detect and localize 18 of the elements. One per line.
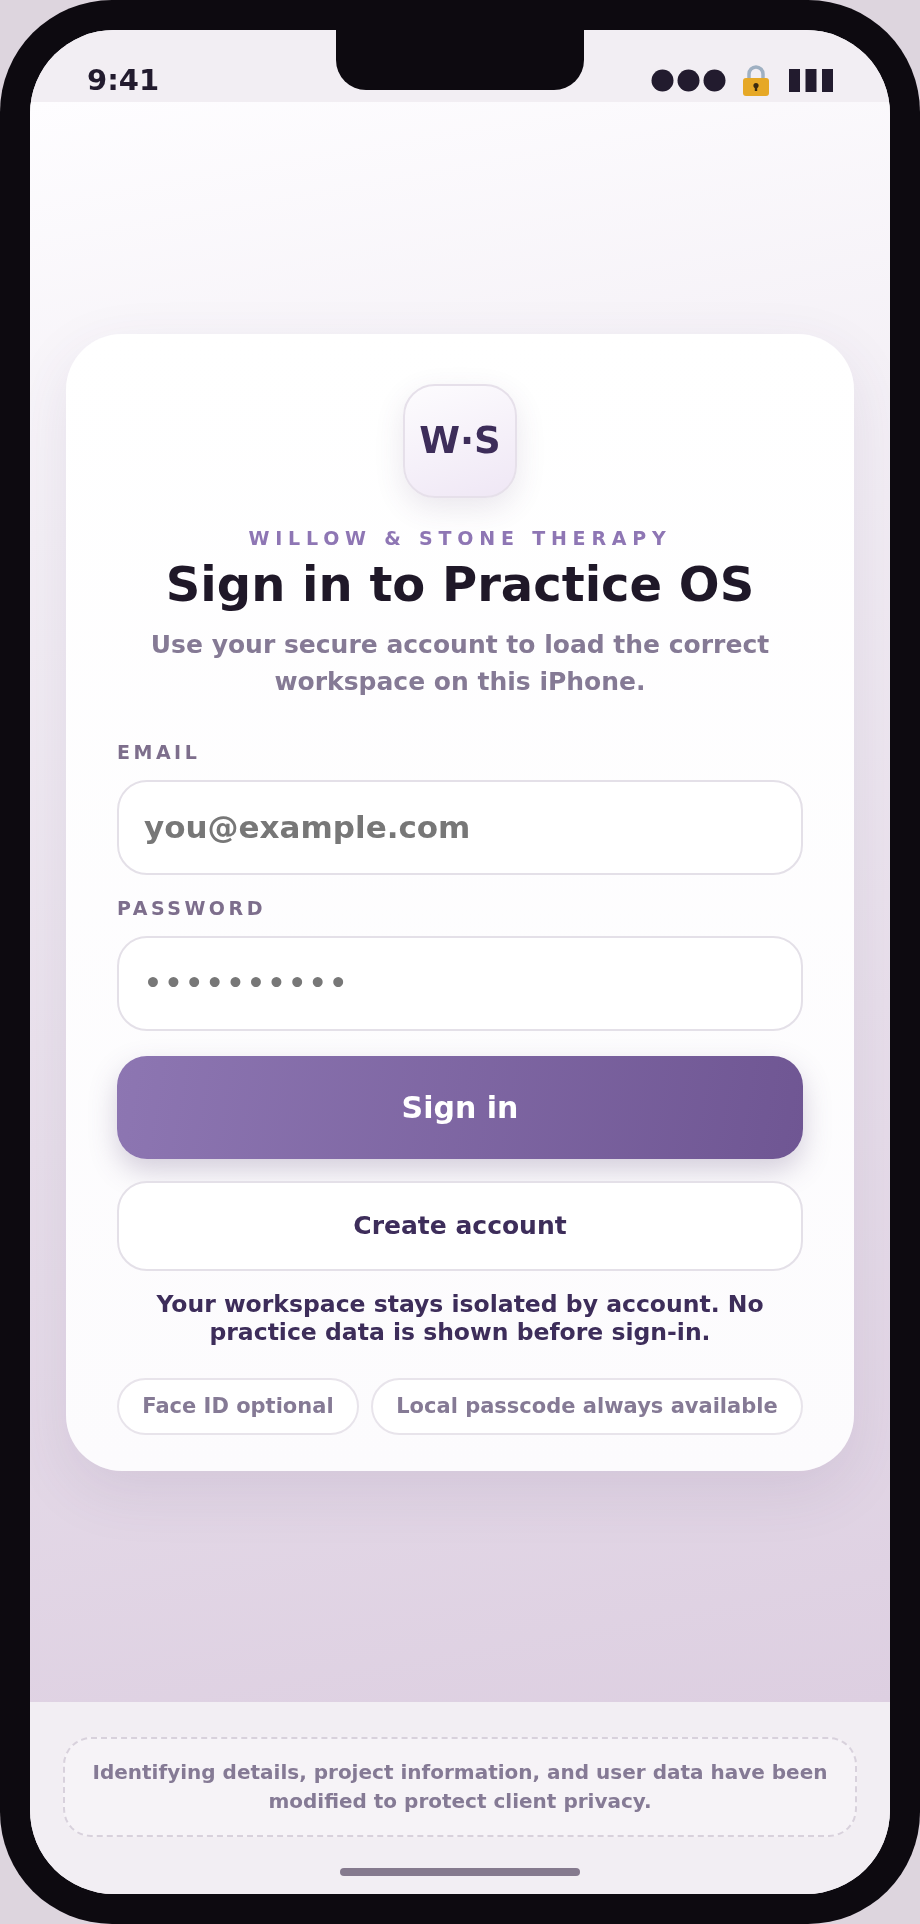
create-account-button[interactable]: Create account <box>117 1180 803 1271</box>
email-field[interactable]: you@example.com <box>117 779 803 875</box>
lock-icon <box>742 64 770 96</box>
field-label: EMAIL <box>117 740 201 763</box>
privacy-note: Your workspace stays isolated by account. No practice data is shown before sign-in. <box>155 1289 765 1346</box>
password-field[interactable]: •••••••••• <box>117 935 803 1031</box>
page-subtitle: Use your secure account to load the correct workspace on this iPhone. <box>149 628 771 698</box>
status-time: 9:41 <box>87 65 160 95</box>
privacy-disclaimer: Identifying details, project information, and user data have been modified to protect client privacy. <box>63 1737 857 1837</box>
battery-icon <box>789 68 833 92</box>
feature-tag: Face ID optional <box>117 1377 359 1435</box>
signal-icon <box>651 68 726 92</box>
app-logo: W·S <box>403 383 517 498</box>
feature-tag: Local passcode always available <box>370 1377 803 1435</box>
field-label: PASSWORD <box>117 896 266 919</box>
sign-in-button[interactable]: Sign in <box>117 1055 803 1159</box>
page-title: Sign in to Practice OS <box>165 556 755 612</box>
brand-name: WILLOW & STONE THERAPY <box>248 525 672 550</box>
